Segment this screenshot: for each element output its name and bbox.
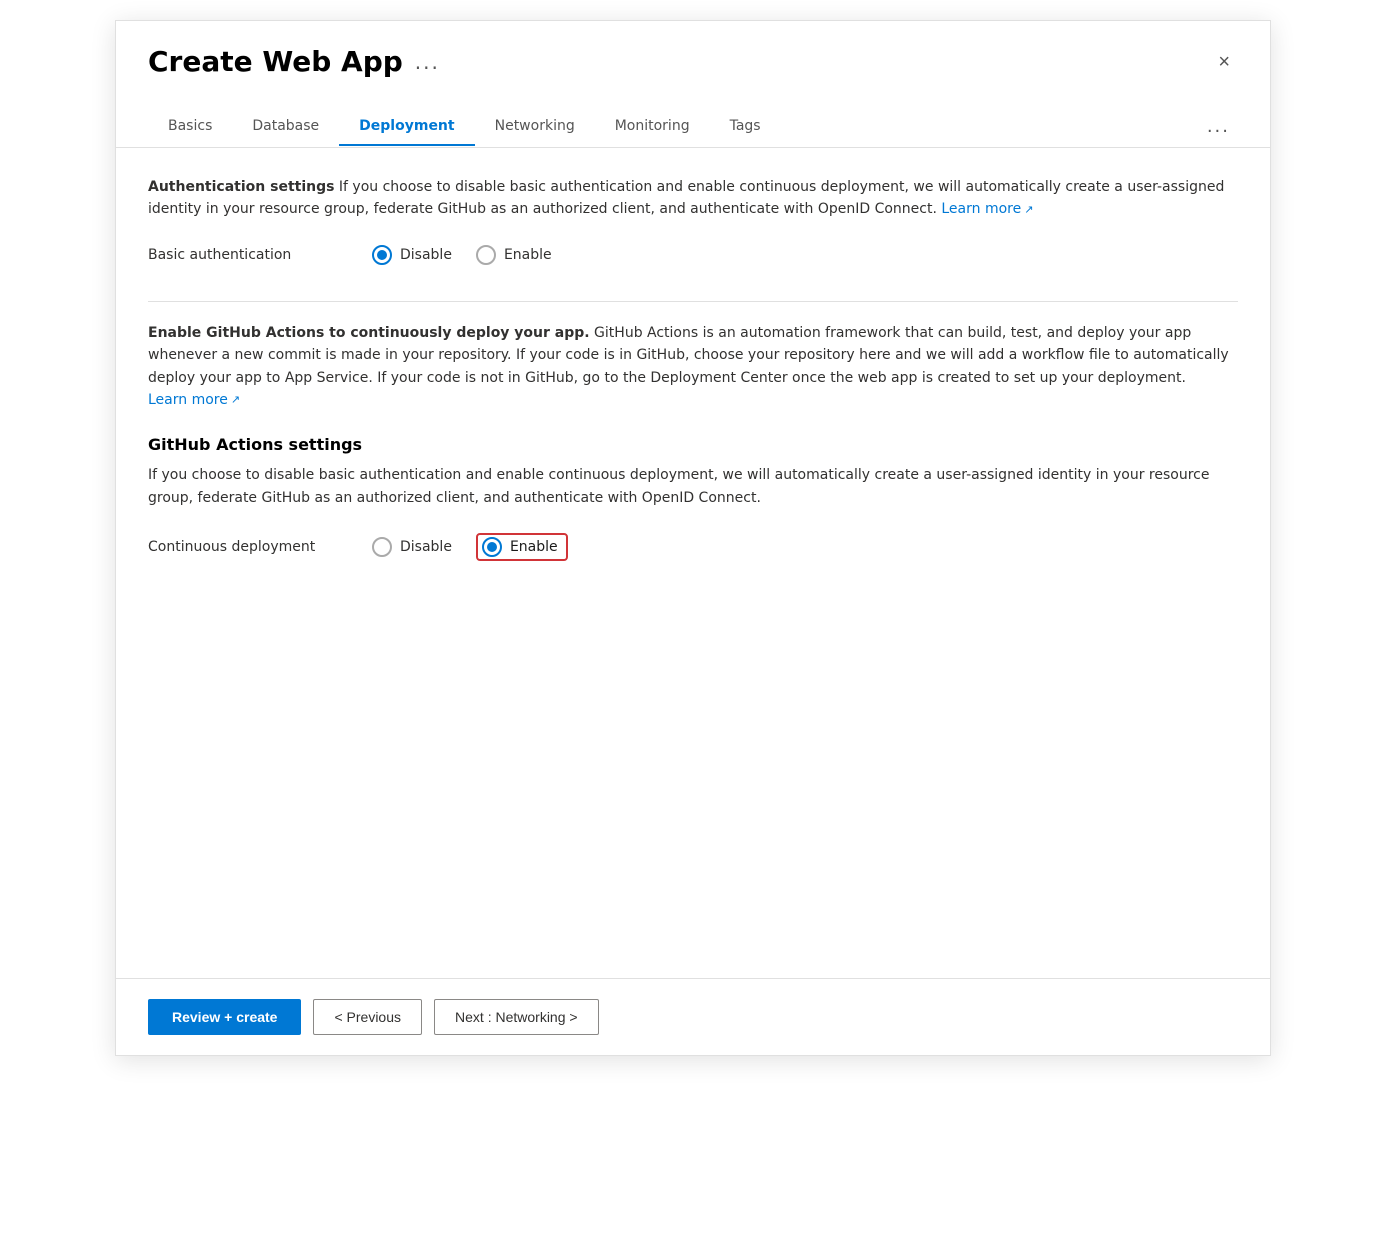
- github-actions-settings-title: GitHub Actions settings: [148, 435, 1238, 454]
- tab-basics[interactable]: Basics: [148, 108, 232, 146]
- github-actions-settings-section: GitHub Actions settings If you choose to…: [148, 435, 1238, 569]
- basic-auth-disable-label: Disable: [400, 247, 452, 263]
- github-actions-section: Enable GitHub Actions to continuously de…: [148, 322, 1238, 412]
- continuous-deployment-label: Continuous deployment: [148, 539, 348, 555]
- github-learn-more-link[interactable]: Learn more ↗: [148, 389, 240, 411]
- continuous-deployment-disable-radio[interactable]: [372, 537, 392, 557]
- github-description-bold: Enable GitHub Actions to continuously de…: [148, 325, 590, 341]
- auth-settings-section: Authentication settings If you choose to…: [148, 176, 1238, 273]
- tab-content: Authentication settings If you choose to…: [116, 148, 1270, 978]
- auth-description: Authentication settings If you choose to…: [148, 176, 1238, 221]
- continuous-deployment-enable-option[interactable]: Enable: [476, 533, 568, 561]
- basic-auth-enable-option[interactable]: Enable: [476, 245, 552, 265]
- basic-auth-disable-radio[interactable]: [372, 245, 392, 265]
- tab-database[interactable]: Database: [232, 108, 339, 146]
- dialog-footer: Review + create < Previous Next : Networ…: [116, 978, 1270, 1055]
- tab-networking[interactable]: Networking: [475, 108, 595, 146]
- github-description: Enable GitHub Actions to continuously de…: [148, 322, 1238, 412]
- basic-auth-enable-radio[interactable]: [476, 245, 496, 265]
- continuous-deployment-disable-option[interactable]: Disable: [372, 537, 452, 557]
- continuous-deployment-enable-radio[interactable]: [482, 537, 502, 557]
- review-create-button[interactable]: Review + create: [148, 999, 301, 1035]
- tab-monitoring[interactable]: Monitoring: [595, 108, 710, 146]
- close-button[interactable]: ×: [1210, 48, 1238, 76]
- basic-auth-enable-label: Enable: [504, 247, 552, 263]
- dialog-title: Create Web App: [148, 45, 403, 78]
- continuous-deployment-enable-label: Enable: [510, 539, 558, 555]
- continuous-deployment-disable-label: Disable: [400, 539, 452, 555]
- previous-button[interactable]: < Previous: [313, 999, 422, 1035]
- tab-tags[interactable]: Tags: [710, 108, 781, 146]
- auth-description-bold: Authentication settings: [148, 179, 334, 195]
- basic-auth-label: Basic authentication: [148, 247, 348, 263]
- external-link-icon: ↗: [1024, 201, 1033, 219]
- divider-1: [148, 301, 1238, 302]
- tab-deployment[interactable]: Deployment: [339, 108, 474, 146]
- next-button[interactable]: Next : Networking >: [434, 999, 599, 1035]
- basic-auth-disable-option[interactable]: Disable: [372, 245, 452, 265]
- continuous-deployment-options: Disable Enable: [372, 533, 568, 561]
- auth-learn-more-link[interactable]: Learn more ↗: [941, 198, 1033, 220]
- title-area: Create Web App ...: [148, 45, 440, 78]
- github-actions-description: If you choose to disable basic authentic…: [148, 464, 1238, 509]
- basic-auth-options: Disable Enable: [372, 245, 552, 265]
- continuous-deployment-row: Continuous deployment Disable Enable: [148, 525, 1238, 569]
- tabs-bar: Basics Database Deployment Networking Mo…: [116, 86, 1270, 148]
- tabs-more-options[interactable]: ...: [1199, 106, 1238, 147]
- title-more-options[interactable]: ...: [415, 50, 440, 74]
- basic-auth-row: Basic authentication Disable Enable: [148, 237, 1238, 273]
- dialog-header: Create Web App ... ×: [116, 21, 1270, 78]
- create-web-app-dialog: Create Web App ... × Basics Database Dep…: [115, 20, 1271, 1056]
- github-external-link-icon: ↗: [231, 391, 240, 409]
